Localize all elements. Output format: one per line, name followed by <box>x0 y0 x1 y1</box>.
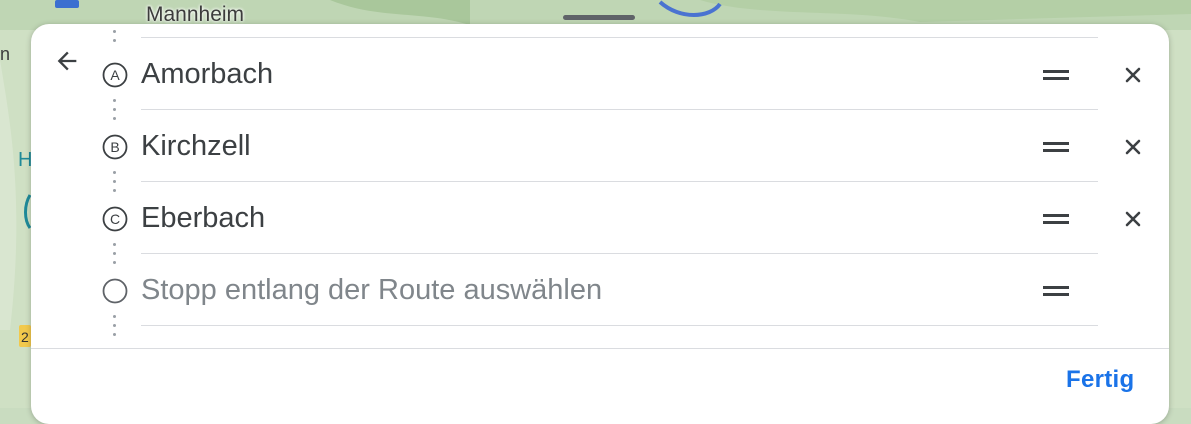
route-stop-a[interactable]: A Amorbach <box>0 38 1191 110</box>
stop-marker-a-icon: A <box>102 62 128 88</box>
stop-marker-c-icon: C <box>102 206 128 232</box>
footer-divider <box>31 348 1169 349</box>
stop-name[interactable]: Amorbach <box>141 58 273 91</box>
stop-marker-b-icon: B <box>102 134 128 160</box>
drag-reorder-icon[interactable] <box>1036 208 1076 230</box>
done-button[interactable]: Fertig <box>1066 366 1134 394</box>
remove-stop-icon[interactable] <box>1118 204 1148 234</box>
empty-stop-circle-icon <box>102 278 128 304</box>
route-stop-c[interactable]: C Eberbach <box>0 182 1191 254</box>
row-divider <box>141 325 1098 326</box>
stop-name[interactable]: Eberbach <box>141 202 265 235</box>
add-stop-input[interactable]: Stopp entlang der Route auswählen <box>141 274 602 307</box>
svg-text:B: B <box>110 139 119 155</box>
svg-text:C: C <box>110 211 120 227</box>
remove-stop-icon[interactable] <box>1118 60 1148 90</box>
add-stop-row[interactable]: Stopp entlang der Route auswählen <box>0 254 1191 326</box>
drag-reorder-icon[interactable] <box>1036 280 1076 302</box>
sheet-drag-handle[interactable] <box>563 15 635 20</box>
drag-reorder-icon[interactable] <box>1036 136 1076 158</box>
route-stop-b[interactable]: B Kirchzell <box>0 110 1191 182</box>
stop-name[interactable]: Kirchzell <box>141 130 251 163</box>
remove-stop-icon[interactable] <box>1118 132 1148 162</box>
drag-reorder-icon[interactable] <box>1036 64 1076 86</box>
svg-text:2: 2 <box>21 329 29 345</box>
svg-text:A: A <box>110 67 120 83</box>
